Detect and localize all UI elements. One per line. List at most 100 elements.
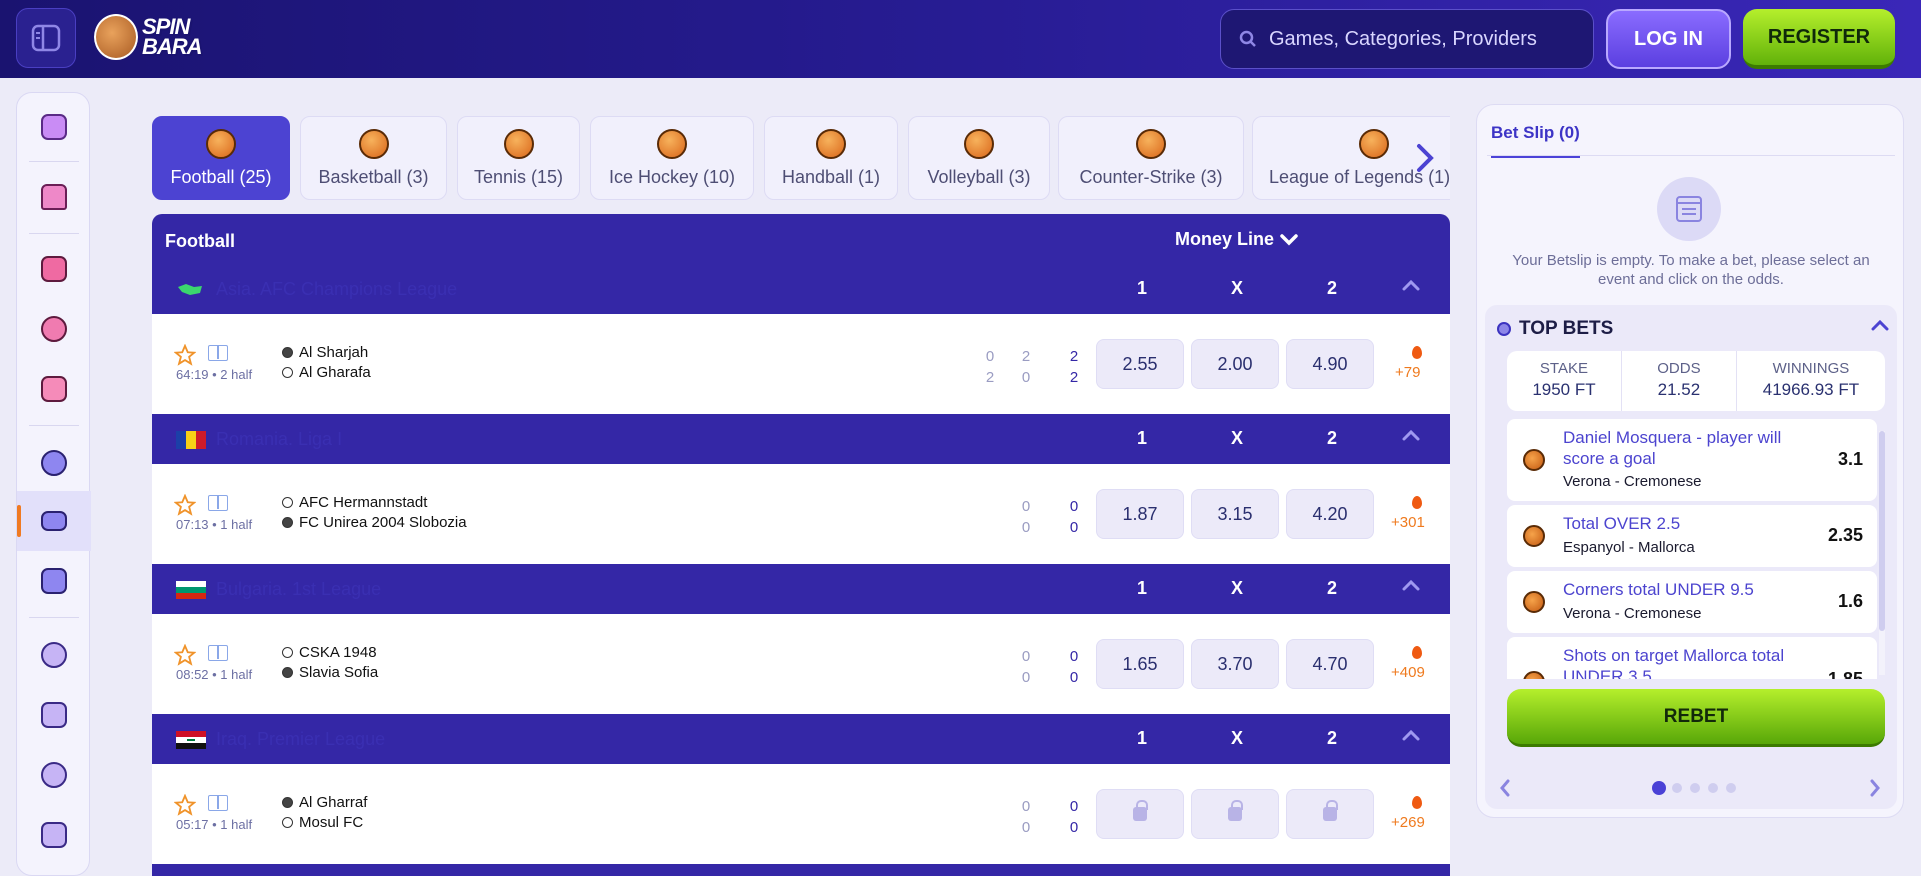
search-input[interactable]: Games, Categories, Providers [1220,9,1594,69]
score-total: 0 [1069,519,1079,536]
tab-tennis[interactable]: Tennis (15) [457,116,580,200]
rail-boomerang[interactable] [17,745,91,805]
league-header[interactable]: Asia. AFC Champions League 1 X 2 [152,264,1450,314]
top-bet-item[interactable]: Daniel Mosquera - player will score a go… [1507,419,1877,501]
rail-tournaments[interactable] [17,685,91,745]
top-bet-item[interactable]: Total OVER 2.5 Espanyol - Mallorca 2.35 [1507,505,1877,567]
odd-2-button[interactable]: 4.70 [1286,639,1374,689]
winnings-value: 41966.93 FT [1762,380,1860,399]
more-markets-link[interactable]: +409 [1391,664,1425,681]
tabs-next-button[interactable] [1410,140,1440,176]
rail-live[interactable] [17,491,91,551]
top-bet-item[interactable]: Shots on target Mallorca total UNDER 3.5… [1507,637,1877,679]
odd-x-button[interactable]: 2.00 [1191,339,1279,389]
top-bets-section: TOP BETS STAKE 1950 FT ODDS 21.52 WINNINGS… [1485,305,1897,809]
league-header[interactable] [152,864,1450,876]
odd-1-locked [1096,789,1184,839]
top-bets-scrollbar[interactable] [1879,431,1885,675]
star-icon[interactable] [174,644,196,666]
football-icon [1523,591,1545,613]
event-row[interactable]: 05:17 • 1 half Al Gharraf Mosul FC 0 0 0… [152,764,1450,864]
odd-x-button[interactable]: 3.70 [1191,639,1279,689]
rail-virtual[interactable] [17,551,91,611]
field-icon[interactable] [208,495,228,511]
rail-home[interactable] [17,167,91,227]
top-bet-item[interactable]: Corners total UNDER 9.5 Verona - Cremone… [1507,571,1877,633]
col-2-label: 2 [1326,428,1337,448]
odd-2-button[interactable]: 4.20 [1286,489,1374,539]
market-selector[interactable]: Money Line [1175,229,1298,250]
basketball-icon [358,128,389,159]
ball-icon [282,797,293,808]
tab-ice-hockey[interactable]: Ice Hockey (10) [590,116,754,200]
event-row[interactable]: 64:19 • 2 half Al Sharjah Al Gharafa 0 2… [152,314,1450,414]
asia-flag-icon [178,284,202,295]
pager-dot[interactable] [1726,783,1736,793]
rail-sports[interactable] [17,433,91,493]
league-header[interactable]: Bulgaria. 1st League 1 X 2 [152,564,1450,614]
more-markets-link[interactable]: +301 [1391,514,1425,531]
pager-dot-active[interactable] [1652,781,1666,795]
star-icon[interactable] [174,794,196,816]
chevron-right-icon[interactable] [1869,779,1881,797]
pager-dot[interactable] [1690,783,1700,793]
ball-icon [282,647,293,658]
star-icon[interactable] [174,494,196,516]
chevron-up-icon[interactable] [1401,278,1421,292]
spinbara-logo[interactable]: SPIN BARA [94,12,203,62]
odd-x-button[interactable]: 3.15 [1191,489,1279,539]
odd-1-button[interactable]: 1.87 [1096,489,1184,539]
league-of-legends-icon [1359,128,1389,159]
team-name: AFC Hermannstadt [299,494,428,511]
top-bets-header: TOP BETS [1497,318,1613,340]
league-header[interactable]: Iraq. Premier League 1 X 2 [152,714,1450,764]
sidebar-toggle-button[interactable] [16,8,76,68]
match-time: 07:13 • 1 half [176,517,253,532]
chevron-up-icon[interactable] [1401,428,1421,442]
match-time: 08:52 • 1 half [176,667,253,682]
league-header[interactable]: Romania. Liga I 1 X 2 [152,414,1450,464]
odd-2-button[interactable]: 4.90 [1286,339,1374,389]
odd-1-button[interactable]: 2.55 [1096,339,1184,389]
tab-handball[interactable]: Handball (1) [764,116,898,200]
field-icon[interactable] [208,795,228,811]
rail-gift[interactable] [17,97,91,157]
score-period: 0 [1021,498,1031,515]
tab-counter-strike[interactable]: Counter-Strike (3) [1058,116,1244,200]
tab-football[interactable]: Football (25) [152,116,290,200]
rail-badge[interactable] [17,625,91,685]
col-x-label: X [1230,578,1243,598]
rail-shop[interactable] [17,805,91,865]
rail-roulette[interactable] [17,299,91,359]
chevron-up-icon[interactable] [1401,728,1421,742]
more-markets-link[interactable]: +79 [1395,364,1420,381]
event-row[interactable]: 08:52 • 1 half CSKA 1948 Slavia Sofia 0 … [152,614,1450,714]
field-icon[interactable] [208,645,228,661]
score-total: 2 [1069,348,1079,365]
odd-1-button[interactable]: 1.65 [1096,639,1184,689]
pager-dot[interactable] [1708,783,1718,793]
field-icon[interactable] [208,345,228,361]
chevron-up-icon[interactable] [1401,578,1421,592]
login-button[interactable]: LOG IN [1606,9,1731,69]
event-row[interactable]: 07:13 • 1 half AFC Hermannstadt FC Unire… [152,464,1450,564]
tab-bet-slip[interactable]: Bet Slip (0) [1491,123,1580,158]
bulgaria-flag-icon [176,581,206,599]
rail-slots[interactable] [17,239,91,299]
more-markets-link[interactable]: +269 [1391,814,1425,831]
pager-dot[interactable] [1672,783,1682,793]
team-name: Al Sharjah [299,344,369,361]
search-placeholder: Games, Categories, Providers [1269,27,1537,50]
rail-sevens[interactable] [17,359,91,419]
top-bets-icon [1497,322,1511,336]
star-icon[interactable] [174,344,196,366]
chevron-up-icon[interactable] [1871,319,1889,331]
register-button[interactable]: REGISTER [1743,9,1895,69]
chevron-left-icon[interactable] [1499,779,1511,797]
rebet-button[interactable]: REBET [1507,689,1885,747]
match-time: 64:19 • 2 half [176,367,253,382]
tab-volleyball[interactable]: Volleyball (3) [908,116,1050,200]
scrollbar-thumb[interactable] [1879,431,1885,631]
tab-basketball[interactable]: Basketball (3) [300,116,447,200]
ball-icon [282,497,293,508]
